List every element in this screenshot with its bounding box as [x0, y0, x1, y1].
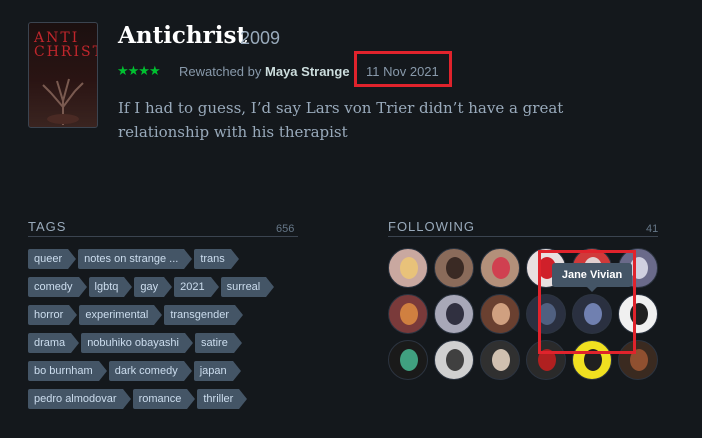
- tag-chip[interactable]: transgender: [164, 305, 243, 325]
- following-count[interactable]: 41: [646, 223, 658, 235]
- following-avatar[interactable]: [480, 340, 520, 380]
- following-avatar[interactable]: [434, 248, 474, 288]
- tag-row: drama nobuhiko obayashi satire: [28, 333, 318, 353]
- poster-tree-art: [42, 78, 84, 125]
- avatar-face-shape: [492, 257, 510, 279]
- tag-chip[interactable]: gay: [134, 277, 172, 297]
- tag-chip[interactable]: satire: [194, 333, 242, 353]
- avatar-face-shape: [492, 303, 510, 325]
- tag-chip[interactable]: notes on strange ...: [78, 249, 193, 269]
- tag-chip[interactable]: bo burnham: [28, 361, 107, 381]
- tag-chip[interactable]: comedy: [28, 277, 86, 297]
- tag-chip[interactable]: nobuhiko obayashi: [81, 333, 193, 353]
- avatar-face-shape: [446, 257, 464, 279]
- avatar-face-shape: [400, 303, 418, 325]
- following-avatar[interactable]: [480, 248, 520, 288]
- tag-chip[interactable]: surreal: [220, 277, 274, 297]
- following-avatar[interactable]: [434, 294, 474, 334]
- following-avatar[interactable]: [480, 294, 520, 334]
- following-avatar[interactable]: [388, 294, 428, 334]
- date-highlight-box: [354, 51, 452, 87]
- tag-chip[interactable]: queer: [28, 249, 77, 269]
- film-title[interactable]: Antichrist: [118, 22, 247, 49]
- tag-row: horror experimental transgender: [28, 305, 318, 325]
- tags-divider: [28, 236, 298, 237]
- poster-title-text: ANTI CHRIST: [34, 30, 98, 60]
- avatar-face-shape: [446, 303, 464, 325]
- tag-chip[interactable]: pedro almodovar: [28, 389, 131, 409]
- tags-count[interactable]: 656: [276, 223, 294, 235]
- film-poster[interactable]: ANTI CHRIST: [28, 22, 98, 128]
- tag-chip[interactable]: horror: [28, 305, 78, 325]
- tag-cloud: queer notes on strange ... trans comedy …: [28, 249, 318, 417]
- rewatched-prefix: Rewatched by: [179, 64, 262, 79]
- avatar-face-shape: [400, 349, 418, 371]
- tag-chip[interactable]: trans: [194, 249, 240, 269]
- following-avatar[interactable]: [388, 248, 428, 288]
- tag-row: pedro almodovar romance thriller: [28, 389, 318, 409]
- tag-chip[interactable]: dark comedy: [108, 361, 192, 381]
- tag-chip[interactable]: thriller: [197, 389, 248, 409]
- tag-chip[interactable]: lgbtq: [88, 277, 133, 297]
- review-text: If I had to guess, I’d say Lars von Trie…: [118, 99, 564, 141]
- tags-heading[interactable]: TAGS: [28, 219, 66, 234]
- tag-row: queer notes on strange ... trans: [28, 249, 318, 269]
- avatar-face-shape: [446, 349, 464, 371]
- following-heading[interactable]: FOLLOWING: [388, 219, 475, 234]
- following-avatar[interactable]: [388, 340, 428, 380]
- tag-chip[interactable]: experimental: [79, 305, 163, 325]
- tag-chip[interactable]: japan: [193, 361, 241, 381]
- tag-chip[interactable]: drama: [28, 333, 80, 353]
- following-divider: [388, 236, 658, 237]
- film-year[interactable]: 2009: [240, 28, 280, 49]
- following-avatar[interactable]: [434, 340, 474, 380]
- avatar-highlight-box: [538, 250, 636, 354]
- tag-chip[interactable]: 2021: [174, 277, 220, 297]
- tag-row: comedy lgbtq gay 2021 surreal: [28, 277, 318, 297]
- reviewer-name-link[interactable]: Maya Strange: [265, 64, 350, 79]
- avatar-face-shape: [400, 257, 418, 279]
- tag-chip[interactable]: romance: [132, 389, 196, 409]
- avatar-face-shape: [492, 349, 510, 371]
- rating-stars: ★★★★: [117, 63, 161, 78]
- rewatched-line: Rewatched by Maya Strange: [179, 64, 350, 79]
- tag-row: bo burnham dark comedy japan: [28, 361, 318, 381]
